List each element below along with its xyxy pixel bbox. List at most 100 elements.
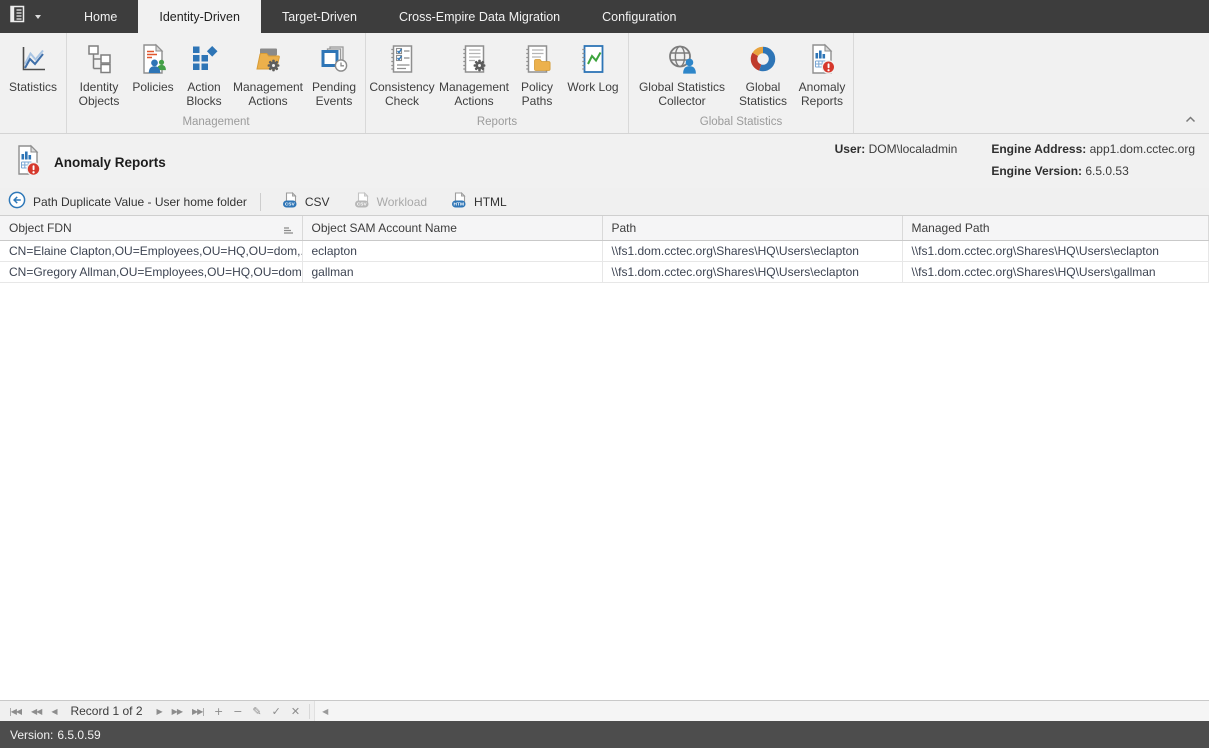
nav-prev-page-button[interactable]: ◀◀ (26, 707, 46, 716)
ribbon-collapse-button[interactable] (1185, 110, 1196, 128)
column-header-path[interactable]: Path (602, 216, 902, 240)
anomaly-reports-button[interactable]: Anomaly Reports (794, 35, 850, 108)
identity-objects-icon (83, 41, 115, 77)
table-row[interactable]: CN=Elaine Clapton,OU=Employees,OU=HQ,OU=… (0, 240, 1209, 261)
anomaly-reports-page-icon (12, 142, 44, 183)
policy-paths-icon (521, 41, 553, 77)
ribbon-group-global-statistics: Global Statistics Collector Global Stati… (629, 33, 854, 133)
page-header: Anomaly Reports User: DOM\localadmin Eng… (0, 134, 1209, 188)
caret-down-icon (35, 15, 41, 19)
action-blocks-button[interactable]: Action Blocks (178, 35, 230, 108)
global-statistics-button[interactable]: Global Statistics (732, 35, 794, 108)
report-title: Path Duplicate Value - User home folder (33, 195, 247, 209)
table-cell: CN=Gregory Allman,OU=Employees,OU=HQ,OU=… (0, 261, 302, 282)
csv-file-icon: CSV (282, 192, 299, 212)
policies-icon (137, 41, 169, 77)
table-row[interactable]: CN=Gregory Allman,OU=Employees,OU=HQ,OU=… (0, 261, 1209, 282)
page-title: Anomaly Reports (54, 155, 166, 170)
tab-target-driven[interactable]: Target-Driven (261, 0, 378, 33)
nav-next-button[interactable]: ▶ (152, 707, 167, 716)
statistics-chart-icon (17, 41, 49, 77)
record-navigator: |◀◀ ◀◀ ◀ Record 1 of 2 ▶ ▶▶ ▶▶| + − ✎ ✓ … (0, 700, 1209, 721)
consistency-check-icon (386, 41, 418, 77)
group-label: Global Statistics (629, 116, 853, 133)
html-file-icon: HTM (451, 192, 468, 212)
tab-cross-empire-data-migration[interactable]: Cross-Empire Data Migration (378, 0, 581, 33)
ribbon: Statistics Identity Objects Policies (0, 33, 1209, 134)
version-value: 6.5.0.59 (57, 728, 100, 742)
navigator-separator (309, 704, 310, 719)
action-blocks-icon (188, 41, 220, 77)
global-statistics-donut-icon (747, 41, 779, 77)
sort-ascending-icon (282, 224, 294, 238)
consistency-check-button[interactable]: Consistency Check (369, 35, 435, 108)
statistics-button[interactable]: Statistics (3, 35, 63, 94)
nav-next-page-button[interactable]: ▶▶ (167, 707, 187, 716)
group-label: Management (67, 116, 365, 133)
svg-text:CSV: CSV (356, 201, 367, 207)
record-count-label: Record 1 of 2 (61, 704, 151, 718)
nav-append-button[interactable]: + (209, 705, 228, 718)
tab-identity-driven[interactable]: Identity-Driven (138, 0, 261, 33)
nav-first-button[interactable]: |◀◀ (4, 707, 26, 716)
back-button[interactable]: Path Duplicate Value - User home folder (8, 191, 247, 212)
user-info: User: DOM\localadmin (835, 142, 958, 156)
top-menu-bar: Home Identity-Driven Target-Driven Cross… (0, 0, 1209, 33)
management-actions-report-button[interactable]: Management Actions (435, 35, 513, 108)
ribbon-group-reports: Consistency Check Management Actions Pol… (366, 33, 629, 133)
menu-tabs: Home Identity-Driven Target-Driven Cross… (63, 0, 698, 33)
ribbon-group-management: Identity Objects Policies Action Blocks (67, 33, 366, 133)
table-cell: \\fs1.dom.cctec.org\Shares\HQ\Users\ecla… (602, 240, 902, 261)
table-cell: eclapton (302, 240, 602, 261)
back-arrow-icon (8, 191, 26, 212)
global-statistics-collector-icon (666, 41, 698, 77)
nav-cancel-edit-button[interactable]: ✕ (286, 705, 305, 718)
export-html-button[interactable]: HTM HTML (439, 192, 519, 212)
workload-file-icon: CSV (354, 192, 371, 212)
management-actions-report-icon (458, 41, 490, 77)
group-label (0, 128, 66, 133)
chevron-up-icon (1185, 116, 1196, 123)
table-cell: \\fs1.dom.cctec.org\Shares\HQ\Users\ecla… (602, 261, 902, 282)
group-label: Reports (366, 116, 628, 133)
engine-address-info: Engine Address: app1.dom.cctec.org (991, 142, 1195, 156)
ribbon-group-statistics: Statistics (0, 33, 67, 133)
app-window: Home Identity-Driven Target-Driven Cross… (0, 0, 1209, 748)
work-log-button[interactable]: Work Log (561, 35, 625, 94)
app-menu-icon (9, 5, 30, 28)
management-actions-button[interactable]: Management Actions (230, 35, 306, 108)
identity-objects-button[interactable]: Identity Objects (70, 35, 128, 108)
policies-button[interactable]: Policies (128, 35, 178, 94)
table-cell: \\fs1.dom.cctec.org\Shares\HQ\Users\ecla… (902, 240, 1209, 261)
toolbar-separator (260, 193, 261, 211)
report-toolbar: Path Duplicate Value - User home folder … (0, 188, 1209, 216)
column-header-managed-path[interactable]: Managed Path (902, 216, 1209, 240)
tab-home[interactable]: Home (63, 0, 138, 33)
version-label: Version: (10, 728, 53, 742)
svg-text:HTM: HTM (454, 201, 464, 207)
global-statistics-collector-button[interactable]: Global Statistics Collector (632, 35, 732, 108)
svg-text:CSV: CSV (285, 201, 296, 207)
grid-body: CN=Elaine Clapton,OU=Employees,OU=HQ,OU=… (0, 240, 1209, 282)
scroll-left-arrow-icon[interactable]: ◀ (315, 707, 335, 716)
app-menu-button[interactable] (0, 0, 53, 33)
nav-prev-button[interactable]: ◀ (46, 707, 61, 716)
pending-events-icon (318, 41, 350, 77)
export-csv-button[interactable]: CSV CSV (270, 192, 342, 212)
export-workload-button: CSV Workload (342, 192, 439, 212)
nav-edit-button[interactable]: ✎ (247, 705, 266, 718)
work-log-icon (577, 41, 609, 77)
management-actions-folder-icon (252, 41, 284, 77)
anomaly-reports-icon (806, 41, 838, 77)
nav-end-edit-button[interactable]: ✓ (267, 705, 286, 718)
column-header-object-sam-account-name[interactable]: Object SAM Account Name (302, 216, 602, 240)
tab-configuration[interactable]: Configuration (581, 0, 697, 33)
table-cell: CN=Elaine Clapton,OU=Employees,OU=HQ,OU=… (0, 240, 302, 261)
table-cell: gallman (302, 261, 602, 282)
horizontal-scrollbar[interactable]: ◀ (314, 701, 1209, 721)
nav-last-button[interactable]: ▶▶| (187, 707, 209, 716)
column-header-object-fdn[interactable]: Object FDN (0, 216, 302, 240)
policy-paths-button[interactable]: Policy Paths (513, 35, 561, 108)
nav-delete-button[interactable]: − (228, 705, 247, 718)
pending-events-button[interactable]: Pending Events (306, 35, 362, 108)
